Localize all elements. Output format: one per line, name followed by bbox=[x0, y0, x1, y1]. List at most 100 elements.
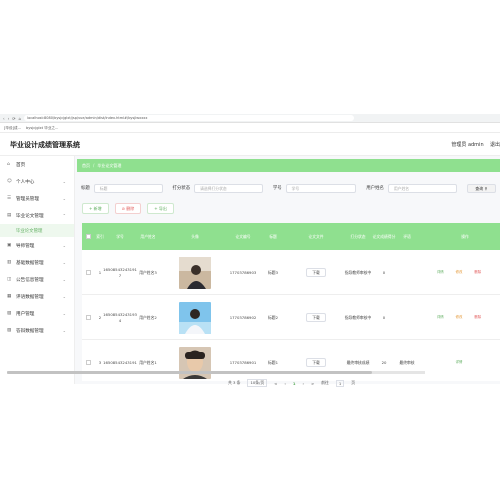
sidebar-item-admin[interactable]: ☰ 管理员管理 ⌄ bbox=[0, 190, 74, 207]
edit-button[interactable]: 修改 bbox=[456, 270, 463, 276]
header-checkbox-cell bbox=[82, 223, 94, 250]
cell-paper-file: 下载 bbox=[288, 250, 344, 295]
sidebar-item-label: 管理员管理 bbox=[16, 196, 39, 202]
table-row: 3 16508543243191 用户姓名1 17703786901 标题1 下… bbox=[82, 340, 500, 381]
col-paper-file: 论文文件 bbox=[308, 234, 324, 239]
sidebar-item-label: 评语数据管理 bbox=[16, 294, 44, 300]
cell-avatar bbox=[162, 340, 228, 381]
chevron-down-icon: ⌄ bbox=[62, 196, 66, 201]
col-title: 标题 bbox=[269, 234, 277, 239]
sidebar-item-label: 首页 bbox=[16, 162, 26, 168]
chevron-down-icon: ⌄ bbox=[62, 294, 66, 299]
cell-paper-file: 下载 bbox=[288, 340, 344, 381]
col-paper-no: 论文编号 bbox=[235, 234, 251, 239]
breadcrumb-current: 毕业论文管理 bbox=[97, 162, 122, 168]
sidebar-item-users[interactable]: ▧ 用户管理 ⌄ bbox=[0, 305, 74, 322]
download-button[interactable]: 下载 bbox=[306, 358, 326, 367]
main-content: 首页 / 毕业论文管理 标题 标题 打分状态 请选择打分状态 学号 学号 用户姓… bbox=[75, 156, 500, 384]
logout-link[interactable]: 退出 bbox=[490, 142, 500, 148]
cell-user-name: 用户姓名3 bbox=[139, 269, 157, 275]
cell-actions: 详情 bbox=[418, 340, 500, 381]
page-size-select[interactable]: 10条/页 bbox=[247, 379, 268, 387]
notice-icon: ◫ bbox=[7, 277, 12, 282]
row-checkbox[interactable] bbox=[85, 360, 91, 365]
detail-button[interactable]: 详情 bbox=[437, 315, 444, 321]
next-last-button[interactable]: > bbox=[311, 381, 314, 386]
data-icon: ▥ bbox=[7, 260, 12, 265]
reload-icon[interactable]: ⟳ bbox=[12, 116, 15, 121]
chevron-down-icon: ⌄ bbox=[62, 311, 66, 316]
goto-input[interactable]: 1 bbox=[335, 379, 345, 387]
chevron-down-icon: ⌄ bbox=[62, 277, 66, 282]
search-button[interactable]: 查询 ⚲ bbox=[466, 183, 496, 193]
address-bar[interactable]: localhost:8080/bysjcjglxt/jsp/vue/admin/… bbox=[24, 115, 355, 121]
delete-row-button[interactable]: 删除 bbox=[474, 315, 481, 321]
title-input[interactable]: 标题 bbox=[93, 183, 163, 193]
export-button[interactable]: + 导出 bbox=[147, 203, 174, 214]
sidebar-item-teacher[interactable]: ▣ 导师管理 ⌄ bbox=[0, 237, 74, 254]
status-select[interactable]: 请选择打分状态 bbox=[194, 183, 263, 193]
user-name: 管理员 admin bbox=[451, 142, 484, 148]
sidebar-item-label: 答辩数据管理 bbox=[16, 328, 44, 334]
bookmark-1[interactable]: [毕设]成... bbox=[4, 126, 21, 131]
scrollbar-thumb[interactable] bbox=[7, 371, 372, 374]
sidebar-item-data[interactable]: ▥ 基础数据管理 ⌄ bbox=[0, 254, 74, 271]
cell-student-id: 16508543243193 4 bbox=[103, 312, 137, 323]
sidebar-item-home[interactable]: ⌂ 首页 bbox=[0, 156, 74, 173]
home-browser-icon[interactable]: ⌂ bbox=[19, 116, 22, 121]
status-label: 打分状态 bbox=[172, 186, 191, 191]
page-number-current[interactable]: 1 bbox=[293, 381, 296, 386]
cell-title: 标题1 bbox=[267, 359, 278, 365]
sidebar-item-label: 基础数据管理 bbox=[16, 260, 44, 266]
next-button[interactable]: › bbox=[303, 381, 305, 386]
download-button[interactable]: 下载 bbox=[306, 313, 326, 322]
sidebar-item-reply[interactable]: ▨ 答辩数据管理 ⌄ bbox=[0, 322, 74, 339]
row-checkbox[interactable] bbox=[85, 270, 91, 275]
cell-comment bbox=[396, 295, 418, 340]
detail-button[interactable]: 详情 bbox=[437, 270, 444, 276]
delete-row-button[interactable]: 删除 bbox=[474, 270, 481, 276]
sidebar-item-review[interactable]: ▦ 评语数据管理 ⌄ bbox=[0, 288, 74, 305]
sidebar-item-notice[interactable]: ◫ 公告信息管理 ⌄ bbox=[0, 271, 74, 288]
horizontal-scrollbar[interactable] bbox=[7, 371, 425, 374]
forward-icon[interactable]: › bbox=[8, 116, 10, 121]
select-all-checkbox[interactable] bbox=[85, 234, 91, 239]
bookmark-2[interactable]: bysjcjglxt 毕业之... bbox=[26, 126, 58, 131]
row-checkbox[interactable] bbox=[85, 315, 91, 320]
cell-student-id: 16508543243191 7 bbox=[103, 267, 137, 278]
goto-label: 前往 bbox=[321, 380, 329, 385]
cell-actions: 详情 修改 删除 bbox=[418, 295, 500, 340]
cell-student-id: 16508543243191 bbox=[103, 359, 137, 365]
detail-button[interactable]: 详情 bbox=[456, 360, 463, 366]
delete-button[interactable]: ⊘ 删除 bbox=[114, 203, 142, 214]
teacher-icon: ▣ bbox=[7, 243, 12, 248]
chevron-down-icon: ⌄ bbox=[62, 328, 66, 333]
sidebar-item-paper[interactable]: ▤ 毕业论文管理 ⌃ bbox=[0, 207, 74, 224]
back-icon[interactable]: ‹ bbox=[3, 116, 5, 121]
add-button[interactable]: + 新增 bbox=[82, 203, 109, 214]
breadcrumb-home[interactable]: 首页 bbox=[82, 163, 90, 169]
row-checkbox-cell bbox=[82, 295, 94, 340]
sidebar-item-label: 个人中心 bbox=[16, 179, 35, 185]
col-avatar: 头像 bbox=[191, 234, 199, 239]
chevron-up-icon: ⌃ bbox=[62, 213, 66, 218]
user-name-input[interactable]: 用户姓名 bbox=[387, 183, 457, 193]
col-status: 打分状态 bbox=[350, 234, 366, 239]
row-checkbox-cell bbox=[82, 340, 94, 381]
prev-first-button[interactable]: < bbox=[274, 381, 277, 386]
cell-title: 标题3 bbox=[267, 269, 278, 275]
prev-button[interactable]: ‹ bbox=[284, 381, 286, 386]
cell-user-name: 用户姓名1 bbox=[139, 359, 157, 365]
sidebar-item-profile[interactable]: ☺ 个人中心 ⌄ bbox=[0, 173, 74, 190]
cell-status: 最终审核成绩 bbox=[346, 359, 370, 365]
download-button[interactable]: 下载 bbox=[306, 268, 326, 277]
cell-status: 指导教师审核中 bbox=[344, 269, 372, 275]
edit-button[interactable]: 修改 bbox=[456, 315, 463, 321]
row-checkbox-cell bbox=[82, 250, 94, 295]
title-label: 标题 bbox=[81, 186, 90, 191]
paper-icon: ▤ bbox=[7, 213, 12, 218]
student-id-input[interactable]: 学号 bbox=[285, 183, 357, 193]
sidebar-item-label: 公告信息管理 bbox=[16, 277, 44, 283]
sidebar-subitem-paper[interactable]: 毕业论文管理 bbox=[0, 224, 74, 237]
app-title: 毕业设计成绩管理系统 bbox=[10, 141, 80, 149]
